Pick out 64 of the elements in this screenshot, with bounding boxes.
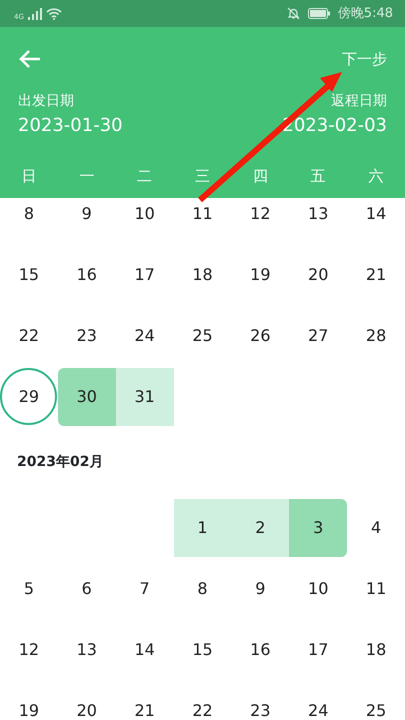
battery-icon [308,8,330,19]
day-cell[interactable]: 6 [58,560,116,618]
weekday-label: 六 [368,167,384,186]
day-cell[interactable]: 25 [174,306,232,364]
day-cell[interactable]: 30 [58,368,116,426]
weekday-label: 日 [21,167,36,186]
day-cell[interactable]: 22 [174,682,232,720]
day-cell[interactable]: 9 [58,198,116,242]
day-cell[interactable]: 11 [347,560,405,618]
day-cell[interactable]: 16 [231,620,290,678]
day-cell[interactable]: 25 [347,682,405,720]
day-cell[interactable]: 15 [174,620,232,678]
signal-icon [28,8,42,20]
day-cell[interactable]: 2 [231,498,290,556]
day-cell[interactable]: 24 [289,682,348,720]
weekday-label: 五 [310,167,326,186]
day-cell[interactable]: 12 [231,198,290,242]
weekday-label: 一 [79,167,94,186]
depart-label: 出发日期 [18,92,75,111]
day-cell[interactable]: 5 [0,560,58,618]
day-cell[interactable]: 21 [347,246,405,304]
day-cell[interactable]: 16 [58,246,116,304]
day-cell[interactable]: 13 [58,620,116,678]
day-cell[interactable]: 8 [0,198,58,242]
day-cell[interactable]: 17 [289,620,348,678]
day-cell[interactable]: 23 [58,306,116,364]
day-cell[interactable]: 14 [116,620,174,678]
day-cell[interactable]: 28 [347,306,405,364]
day-cell[interactable]: 8 [174,560,232,618]
bell-off-icon [286,7,300,20]
day-cell[interactable]: 18 [347,620,405,678]
day-cell[interactable]: 9 [231,560,290,618]
day-cell[interactable]: 22 [0,306,58,364]
day-cell[interactable]: 1 [174,498,232,556]
day-cell[interactable]: 14 [347,198,405,242]
day-cell[interactable]: 10 [289,560,348,618]
day-cell[interactable]: 12 [0,620,58,678]
day-cell[interactable]: 20 [289,246,348,304]
day-cell[interactable]: 19 [231,246,290,304]
weekday-label: 二 [137,167,152,186]
weekday-label: 四 [252,167,268,186]
wifi-icon [46,8,62,20]
day-cell[interactable]: 11 [174,198,232,242]
day-cell[interactable]: 18 [174,246,232,304]
return-label: 返程日期 [330,92,387,111]
month-title: 2023年02月 [17,452,104,472]
clock-time: 傍晚5:48 [338,4,393,23]
day-cell[interactable]: 13 [289,198,348,242]
day-cell[interactable]: 4 [347,498,405,556]
weekday-label: 三 [194,167,210,186]
day-cell[interactable]: 23 [231,682,290,720]
day-cell[interactable]: 27 [289,306,348,364]
day-cell[interactable]: 21 [116,682,174,720]
day-cell[interactable]: 24 [116,306,174,364]
day-cell[interactable]: 3 [289,498,348,556]
day-cell[interactable]: 10 [116,198,174,242]
day-cell[interactable]: 7 [116,560,174,618]
day-cell[interactable]: 19 [0,682,58,720]
day-cell[interactable]: 20 [58,682,116,720]
day-cell[interactable]: 15 [0,246,58,304]
day-cell[interactable]: 31 [116,368,174,426]
day-cell[interactable]: 26 [231,306,290,364]
back-arrow-icon[interactable] [18,49,42,69]
day-cell[interactable]: 17 [116,246,174,304]
